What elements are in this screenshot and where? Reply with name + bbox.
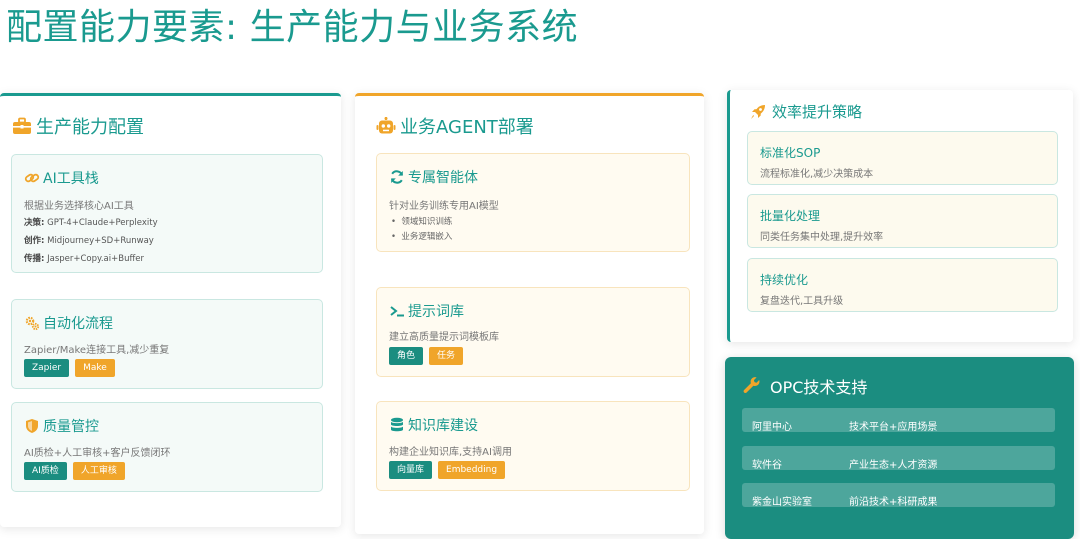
tag-list: 角色 任务 <box>389 347 464 365</box>
link-icon <box>24 170 40 186</box>
opc-support-panel: OPC技术支持 阿里中心 技术平台+应用场景 软件谷 产业生态+人才资源 紫金山… <box>725 357 1074 539</box>
bullet-item: • 业务逻辑嵌入 <box>391 232 453 242</box>
tool-line: 传播: Jasper+Copy.ai+Buffer <box>24 254 145 264</box>
gears-icon <box>24 315 40 331</box>
prompt-library-card: 提示词库 建立高质量提示词模板库 角色 任务 <box>376 287 690 377</box>
robot-icon <box>376 116 396 136</box>
ai-tools-card: AI工具栈 根据业务选择核心AI工具 决策: GPT-4+Claude+Perp… <box>11 154 323 273</box>
item-description: 流程标准化,减少决策成本 <box>760 169 874 180</box>
toolbox-icon <box>12 116 32 136</box>
card-title: 质量管控 <box>24 416 99 436</box>
business-agent-panel: 业务AGENT部署 专属智能体 针对业务训练专用AI模型 • 领域知识训练 • … <box>355 93 704 534</box>
knowledge-base-card: 知识库建设 构建企业知识库,支持AI调用 向量库 Embedding <box>376 401 690 491</box>
opc-row: 紫金山实验室 前沿技术+科研成果 <box>742 483 1055 508</box>
tag-list: Zapier Make <box>24 359 115 377</box>
opc-row-name: 紫金山实验室 <box>752 497 812 508</box>
panel-title: 生产能力配置 <box>36 117 144 138</box>
item-title: 持续优化 <box>760 273 809 287</box>
panel-heading: 业务AGENT部署 <box>376 113 534 139</box>
item-description: 复盘迭代,工具升级 <box>760 296 844 307</box>
tag-list: 向量库 Embedding <box>389 461 506 479</box>
opc-row-name: 软件谷 <box>752 460 782 471</box>
terminal-icon <box>389 303 405 319</box>
opc-row-name: 阿里中心 <box>752 422 792 433</box>
item-title: 标准化SOP <box>760 146 821 160</box>
rocket-icon <box>748 102 768 122</box>
card-title: AI工具栈 <box>24 168 99 188</box>
panel-title: 业务AGENT部署 <box>400 117 534 138</box>
tag: AI质检 <box>24 462 67 480</box>
wrench-icon <box>743 377 761 395</box>
sync-icon <box>389 169 405 185</box>
shield-icon <box>24 418 40 434</box>
database-icon <box>389 417 405 433</box>
opc-row-value: 技术平台+应用场景 <box>849 422 938 433</box>
tool-line: 决策: GPT-4+Claude+Perplexity <box>24 218 158 228</box>
card-title: 自动化流程 <box>24 313 113 333</box>
panel-heading: OPC技术支持 <box>743 374 867 398</box>
panel-title: 效率提升策略 <box>772 103 863 121</box>
panel-heading: 生产能力配置 <box>12 113 144 139</box>
tag: Make <box>75 359 115 377</box>
tag: 向量库 <box>389 461 433 479</box>
tag: 人工审核 <box>72 462 125 480</box>
card-description: 建立高质量提示词模板库 <box>389 332 499 343</box>
card-description: 根据业务选择核心AI工具 <box>24 201 134 212</box>
card-description: 构建企业知识库,支持AI调用 <box>389 447 512 458</box>
tag: Zapier <box>24 359 70 377</box>
tag: Embedding <box>438 461 506 479</box>
item-description: 同类任务集中处理,提升效率 <box>760 232 884 243</box>
opc-row: 软件谷 产业生态+人才资源 <box>742 446 1055 471</box>
panel-heading: 效率提升策略 <box>748 101 862 122</box>
page-title: 配置能力要素: 生产能力与业务系统 <box>6 7 579 48</box>
strategy-item-optimize: 持续优化 复盘迭代,工具升级 <box>747 258 1058 312</box>
strategy-item-batch: 批量化处理 同类任务集中处理,提升效率 <box>747 194 1058 248</box>
quality-control-card: 质量管控 AI质检+人工审核+客户反馈闭环 AI质检 人工审核 <box>11 402 323 492</box>
card-description: Zapier/Make连接工具,减少重复 <box>24 345 170 356</box>
card-title: 知识库建设 <box>389 415 478 435</box>
dedicated-agent-card: 专属智能体 针对业务训练专用AI模型 • 领域知识训练 • 业务逻辑嵌入 <box>376 153 690 252</box>
tag-list: AI质检 人工审核 <box>24 462 125 480</box>
tag: 任务 <box>429 347 464 365</box>
card-title: 专属智能体 <box>389 167 478 187</box>
opc-row-value: 前沿技术+科研成果 <box>849 497 938 508</box>
card-description: 针对业务训练专用AI模型 <box>389 201 499 212</box>
efficiency-strategy-panel: 效率提升策略 标准化SOP 流程标准化,减少决策成本 批量化处理 同类任务集中处… <box>727 90 1073 342</box>
card-description: AI质检+人工审核+客户反馈闭环 <box>24 448 171 459</box>
card-title: 提示词库 <box>389 301 464 321</box>
opc-row: 阿里中心 技术平台+应用场景 <box>742 408 1055 433</box>
tag: 角色 <box>389 347 424 365</box>
tool-line: 创作: Midjourney+SD+Runway <box>24 236 154 246</box>
bullet-item: • 领域知识训练 <box>391 217 453 227</box>
automation-card: 自动化流程 Zapier/Make连接工具,减少重复 Zapier Make <box>11 299 323 389</box>
item-title: 批量化处理 <box>760 209 821 223</box>
panel-title: OPC技术支持 <box>770 378 868 397</box>
strategy-item-sop: 标准化SOP 流程标准化,减少决策成本 <box>747 131 1058 185</box>
production-capability-panel: 生产能力配置 AI工具栈 根据业务选择核心AI工具 决策: GPT-4+Clau… <box>0 93 341 527</box>
opc-row-value: 产业生态+人才资源 <box>849 460 938 471</box>
